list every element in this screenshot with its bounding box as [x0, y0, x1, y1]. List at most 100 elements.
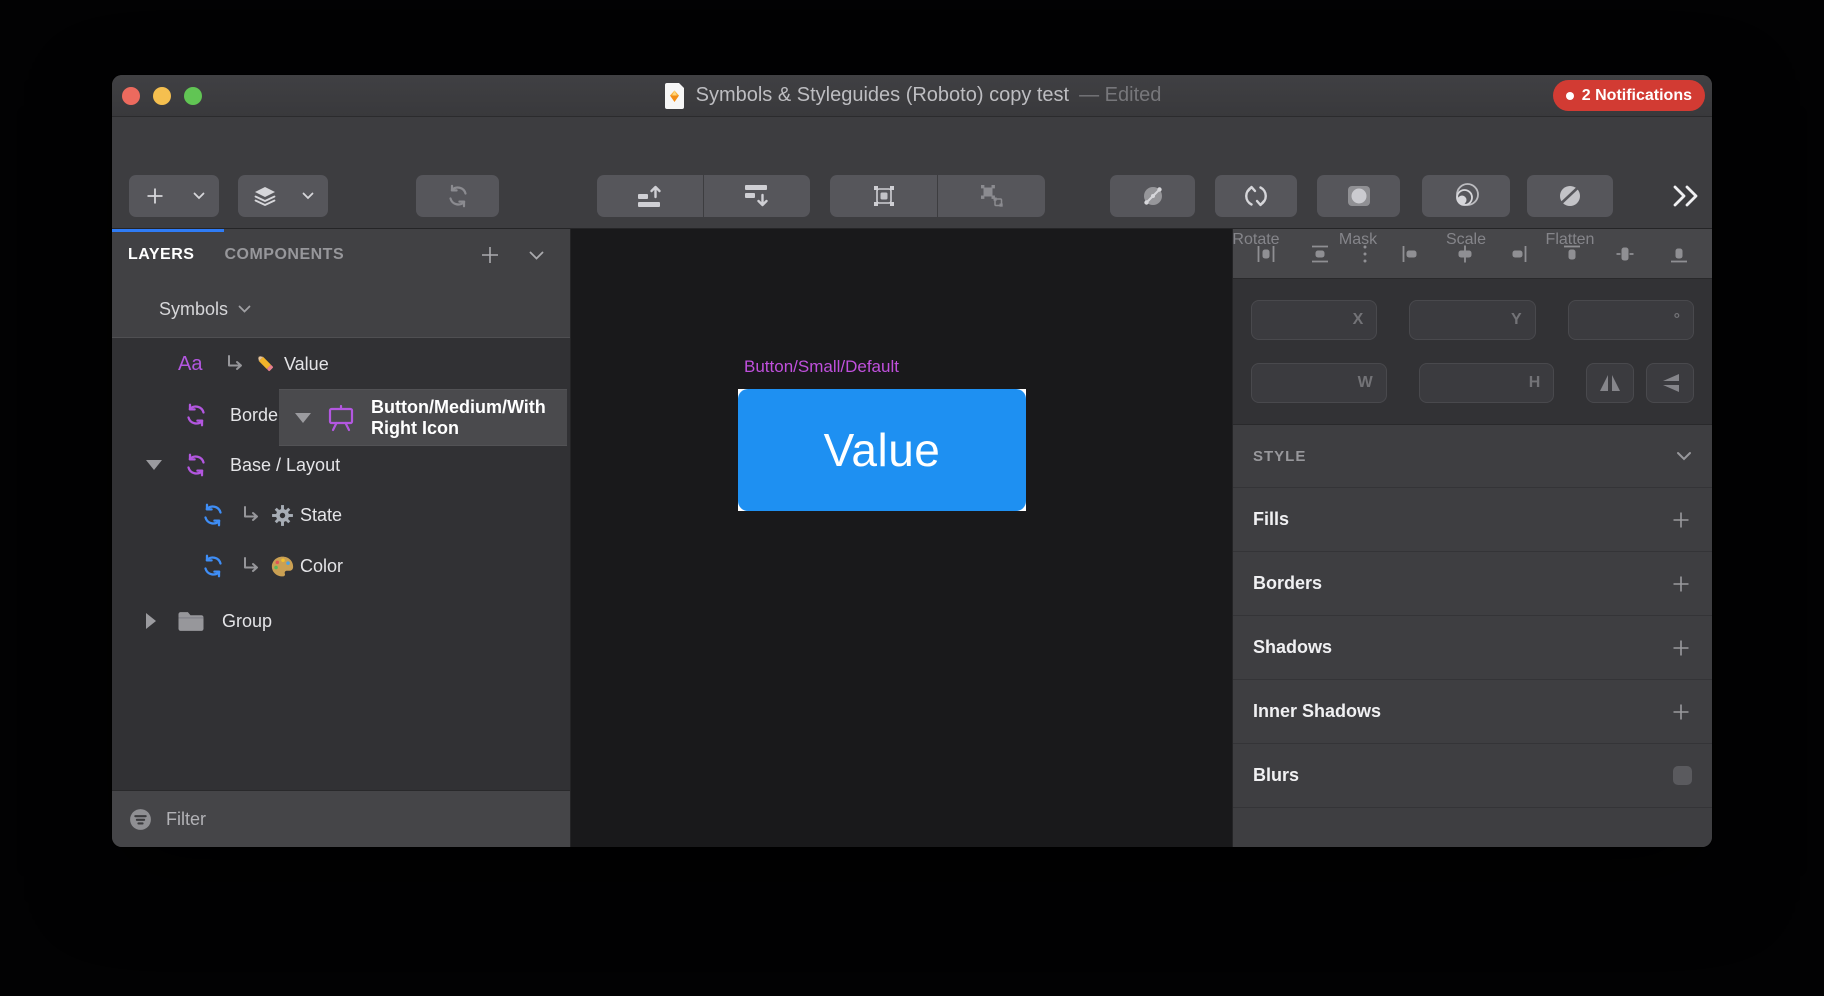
symbol-instance-icon — [178, 452, 214, 478]
layers-list: Button/Small/Default Aa Value — [112, 338, 570, 790]
blur-checkbox[interactable] — [1673, 766, 1692, 785]
edit-path-icon — [1140, 183, 1166, 209]
notifications-label: 2 Notifications — [1582, 87, 1692, 105]
chevron-down-icon — [238, 305, 251, 313]
symbol-refresh-icon — [445, 183, 471, 209]
data-button[interactable] — [238, 175, 328, 217]
width-field[interactable]: W — [1251, 363, 1387, 403]
flatten-button[interactable] — [1527, 175, 1613, 217]
expand-triangle-icon[interactable] — [146, 613, 156, 629]
toolbar-overflow-button[interactable] — [1668, 183, 1700, 209]
minimize-button[interactable] — [153, 87, 171, 105]
layer-row-color[interactable]: Color — [112, 540, 570, 592]
override-arrow-icon — [240, 555, 262, 577]
layer-row-button-medium[interactable]: Button/Medium/With Right Icon — [279, 389, 567, 446]
sidebar-header-tools — [479, 244, 544, 266]
ungroup-button[interactable] — [938, 175, 1045, 217]
y-field[interactable]: Y — [1409, 300, 1535, 340]
create-symbol-button[interactable] — [416, 175, 499, 217]
align-right-icon[interactable] — [1507, 243, 1529, 265]
canvas[interactable]: Button/Small/Default Value — [570, 229, 1233, 847]
add-inner-shadow-button[interactable] — [1670, 701, 1692, 723]
toolbar-label-rotate: Rotate — [1232, 231, 1279, 249]
distribute-vertically-icon[interactable] — [1309, 243, 1331, 265]
rotate-button[interactable] — [1215, 175, 1297, 217]
add-fill-button[interactable] — [1670, 509, 1692, 531]
align-left-icon[interactable] — [1400, 243, 1422, 265]
blurs-label: Blurs — [1253, 765, 1299, 786]
scale-button[interactable] — [1422, 175, 1510, 217]
layer-row-base-layout[interactable]: Base / Layout — [112, 440, 570, 490]
edit-button[interactable] — [1110, 175, 1195, 217]
height-field[interactable]: H — [1419, 363, 1555, 403]
rotation-field[interactable]: ° — [1568, 300, 1694, 340]
tab-layers[interactable]: LAYERS — [128, 246, 194, 264]
layer-name: Base / Layout — [230, 455, 340, 476]
close-button[interactable] — [122, 87, 140, 105]
zoom-button[interactable] — [184, 87, 202, 105]
filter-bar[interactable]: Filter — [112, 790, 570, 847]
layer-row-value[interactable]: Aa Value — [112, 338, 570, 390]
notifications-badge[interactable]: 2 Notifications — [1553, 80, 1705, 111]
style-row-borders: Borders — [1233, 552, 1712, 616]
x-field-label: X — [1353, 311, 1364, 329]
plus-icon — [143, 184, 167, 208]
style-row-blurs: Blurs — [1233, 744, 1712, 808]
layer-row-group[interactable]: Group — [112, 592, 570, 650]
sidebar-header: LAYERS COMPONENTS Symbols — [112, 229, 570, 338]
collapse-triangle-icon[interactable] — [295, 413, 311, 423]
insert-button[interactable] — [129, 175, 219, 217]
flip-horizontal-button[interactable] — [1586, 363, 1634, 403]
add-page-button[interactable] — [479, 244, 501, 266]
layer-name: State — [300, 505, 342, 526]
library-symbol-icon — [196, 553, 230, 579]
add-shadow-button[interactable] — [1670, 637, 1692, 659]
bring-forward-icon — [635, 183, 665, 209]
traffic-lights — [122, 87, 202, 105]
layers-sidebar: LAYERS COMPONENTS Symbols — [112, 229, 570, 847]
palette-icon — [268, 554, 296, 579]
ungroup-selection-icon — [978, 182, 1006, 210]
inspector-panel: X Y ° W H — [1233, 229, 1712, 847]
align-middle-vertical-icon[interactable] — [1614, 243, 1636, 265]
window-title: Symbols & Styleguides (Roboto) copy test — [696, 84, 1070, 107]
mask-button[interactable] — [1317, 175, 1400, 217]
toolbar-label-mask: Mask — [1339, 231, 1377, 249]
style-row-shadows: Shadows — [1233, 616, 1712, 680]
height-field-label: H — [1529, 374, 1541, 392]
text-layer-icon: Aa — [178, 353, 214, 376]
arrange-button-group — [597, 175, 810, 217]
notification-dot-icon — [1566, 92, 1574, 100]
width-field-label: W — [1358, 374, 1373, 392]
symbol-button-shape[interactable]: Value — [738, 389, 1026, 511]
rotate-arrows-icon — [1242, 183, 1270, 209]
group-button[interactable] — [830, 175, 937, 217]
library-symbol-icon — [196, 502, 230, 528]
main-content: LAYERS COMPONENTS Symbols — [112, 229, 1712, 847]
flip-vertical-button[interactable] — [1646, 363, 1694, 403]
layer-row-state[interactable]: State — [112, 490, 570, 540]
add-border-button[interactable] — [1670, 573, 1692, 595]
artboard-icon — [325, 404, 357, 432]
align-bottom-icon[interactable] — [1668, 243, 1690, 265]
backward-button[interactable] — [704, 175, 810, 217]
tab-components[interactable]: COMPONENTS — [224, 246, 344, 264]
page-selector[interactable]: Symbols — [112, 281, 570, 337]
override-arrow-icon — [224, 353, 246, 375]
chevron-down-icon[interactable] — [1676, 451, 1692, 461]
flip-vertical-icon — [1658, 371, 1682, 395]
x-field[interactable]: X — [1251, 300, 1377, 340]
chevron-down-icon[interactable] — [529, 251, 544, 260]
gear-icon — [268, 503, 296, 528]
symbol-artboard[interactable]: Value — [738, 389, 1026, 511]
style-row-inner-shadows: Inner Shadows — [1233, 680, 1712, 744]
shadows-label: Shadows — [1253, 637, 1332, 658]
collapse-triangle-icon[interactable] — [146, 460, 162, 470]
chevron-down-icon — [302, 192, 314, 200]
toolbar: Insert Data Create Symbol Forward Backwa… — [112, 117, 1712, 229]
chevron-down-icon — [193, 192, 205, 200]
scale-circles-icon — [1452, 183, 1480, 209]
forward-button[interactable] — [597, 175, 703, 217]
artboard-title[interactable]: Button/Small/Default — [744, 357, 899, 377]
mask-shape-icon — [1345, 183, 1373, 209]
